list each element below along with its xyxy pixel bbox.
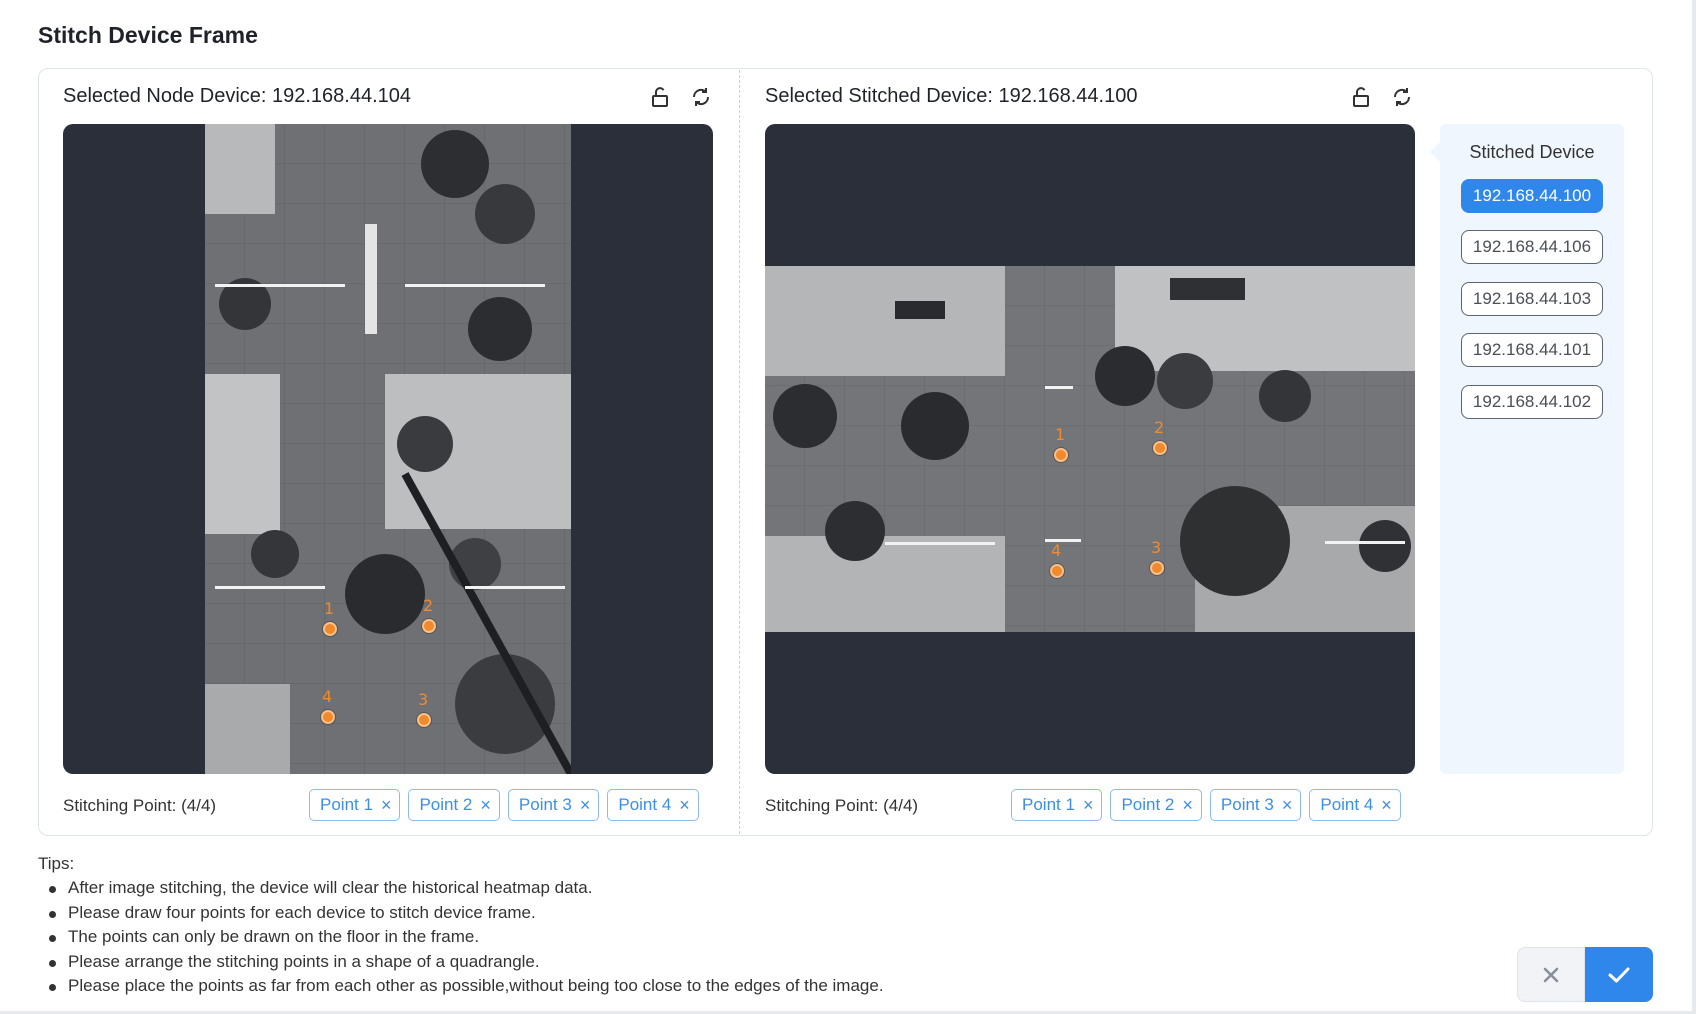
dialog-title: Stitch Device Frame [38,22,258,48]
tag-label: Point 4 [1320,795,1374,814]
tag-label: Point 3 [518,795,572,814]
point-number: 1 [324,599,335,618]
device-option[interactable]: 192.168.44.103 [1461,282,1603,316]
tag-label: Point 2 [1121,795,1175,814]
close-icon[interactable]: × [480,796,491,814]
point-number: 2 [1154,418,1165,437]
point-tag-3[interactable]: Point 3 × [507,789,600,821]
refresh-icon[interactable] [1387,82,1417,112]
panel-divider [739,70,740,834]
device-option[interactable]: 192.168.44.106 [1461,230,1603,264]
cancel-button[interactable] [1517,947,1585,1002]
close-icon[interactable]: × [1282,796,1293,814]
stitched-camera-frame[interactable] [765,266,1415,632]
tag-label: Point 1 [320,795,373,814]
device-option[interactable]: 192.168.44.102 [1461,385,1603,419]
stitched-point-tags: Point 1 × Point 2 × Point 3 × Point 4 × [1011,789,1401,821]
stitched-device-title: Selected Stitched Device: 192.168.44.100 [765,85,1138,107]
node-camera-frame[interactable] [205,124,571,774]
point-tag-4[interactable]: Point 4 × [607,789,699,821]
unlock-icon[interactable] [645,82,675,112]
tag-label: Point 3 [1220,795,1274,814]
tag-label: Point 4 [618,795,672,814]
point-number: 2 [423,596,434,615]
close-icon[interactable]: × [381,796,392,814]
close-icon[interactable]: × [1083,796,1094,814]
tips-list: After image stitching, the device will c… [48,878,884,1001]
point-tag-4[interactable]: Point 4 × [1309,789,1401,821]
close-icon [1543,967,1559,982]
point-marker[interactable] [1050,564,1064,578]
point-marker[interactable] [323,622,337,636]
node-device-title: Selected Node Device: 192.168.44.104 [63,85,412,107]
point-marker[interactable] [1054,448,1068,462]
stitched-device-viewer[interactable]: 1 2 3 4 [765,124,1415,774]
check-icon [1608,967,1630,982]
point-tag-1[interactable]: Point 1 × [309,789,401,821]
point-marker[interactable] [1150,561,1164,575]
device-option[interactable]: 192.168.44.101 [1461,333,1603,367]
point-number: 4 [1051,541,1062,560]
close-icon[interactable]: × [1381,796,1392,814]
device-option-selected[interactable]: 192.168.44.100 [1461,179,1603,213]
point-number: 3 [1151,538,1162,557]
node-device-viewer[interactable]: 1 2 3 4 [63,124,713,774]
node-point-tags: Point 1 × Point 2 × Point 3 × Point 4 × [309,789,699,821]
point-marker[interactable] [417,713,431,727]
stitched-stitching-point-count: Stitching Point: (4/4) [765,796,919,815]
refresh-icon[interactable] [686,82,716,112]
point-tag-2[interactable]: Point 2 × [1110,789,1202,821]
tag-label: Point 1 [1022,795,1075,814]
tip-item: Please place the points as far from each… [48,976,884,1001]
stitched-device-list: Stitched Device 192.168.44.100 192.168.4… [1430,124,1624,774]
point-number: 1 [1055,425,1066,444]
point-number: 4 [322,687,333,706]
tag-label: Point 2 [419,795,473,814]
scrollbar-track [1692,0,1696,1014]
point-tag-3[interactable]: Point 3 × [1209,789,1302,821]
unlock-icon[interactable] [1346,82,1376,112]
point-tag-2[interactable]: Point 2 × [408,789,500,821]
tip-item: After image stitching, the device will c… [48,878,884,903]
point-marker[interactable] [1153,441,1167,455]
node-stitching-point-count: Stitching Point: (4/4) [63,796,217,815]
point-marker[interactable] [422,619,436,633]
tip-item: Please arrange the stitching points in a… [48,952,884,977]
tip-item: Please draw four points for each device … [48,903,884,928]
tip-item: The points can only be drawn on the floo… [48,927,884,952]
point-tag-1[interactable]: Point 1 × [1011,789,1103,821]
close-icon[interactable]: × [679,796,690,814]
tips-title: Tips: [38,854,75,873]
stitched-device-list-title: Stitched Device [1469,142,1595,162]
confirm-button[interactable] [1585,947,1653,1002]
point-number: 3 [418,690,429,709]
close-icon[interactable]: × [580,796,591,814]
close-icon[interactable]: × [1182,796,1193,814]
point-marker[interactable] [321,710,335,724]
